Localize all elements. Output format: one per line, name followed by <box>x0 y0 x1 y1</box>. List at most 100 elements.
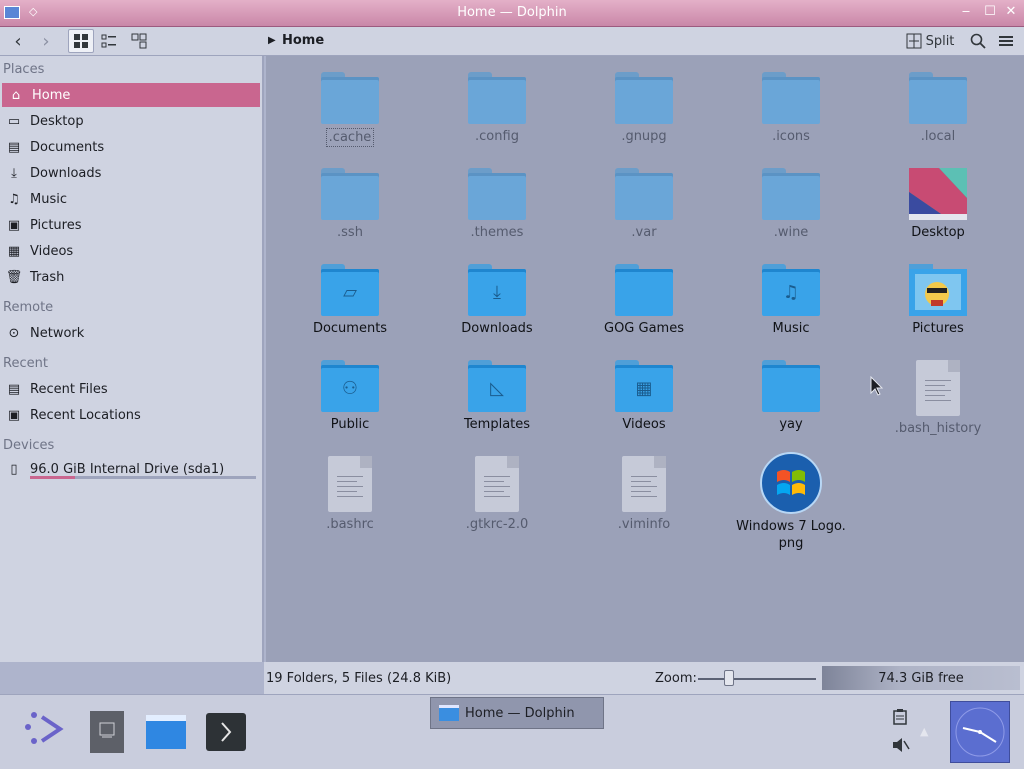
icons-view-icon <box>74 34 88 48</box>
file-item[interactable]: .local <box>868 72 1008 145</box>
title-bar[interactable]: ◇ Home — Dolphin ‒ ☐ ✕ <box>0 0 1024 27</box>
sidebar-item-videos[interactable]: ▦ Videos <box>0 239 260 263</box>
drive-usage-fill <box>30 476 76 479</box>
file-item[interactable]: Desktop <box>868 168 1008 241</box>
file-name: Public <box>330 417 370 432</box>
mouse-cursor-icon <box>870 375 884 400</box>
folder-icon <box>762 168 820 220</box>
file-item[interactable]: .ssh <box>280 168 420 241</box>
minimize-icon[interactable]: ‒ <box>958 4 974 19</box>
app-launcher-button[interactable] <box>22 711 64 753</box>
breadcrumb[interactable]: Home <box>282 33 324 48</box>
app-launcher-icon <box>25 712 64 744</box>
file-item[interactable]: ⚇ Public <box>280 360 420 433</box>
compact-view-button[interactable] <box>96 29 122 53</box>
file-name: .local <box>920 129 956 144</box>
folder-icon: ◺ <box>468 360 526 412</box>
split-icon <box>906 33 922 49</box>
terminal-icon <box>206 713 246 751</box>
sidebar-item-downloads[interactable]: ⤓ Downloads <box>0 161 260 185</box>
system-settings-launcher[interactable] <box>88 709 128 753</box>
sidebar-item-network[interactable]: ⊙ Network <box>0 321 260 345</box>
file-item[interactable]: GOG Games <box>574 264 714 337</box>
close-icon[interactable]: ✕ <box>1003 4 1019 19</box>
volume-muted-icon[interactable] <box>892 737 910 757</box>
task-dolphin[interactable]: Home — Dolphin <box>430 697 604 729</box>
breadcrumb-arrow-icon[interactable]: ▶ <box>268 35 276 46</box>
file-item[interactable]: .icons <box>721 72 861 145</box>
file-item[interactable]: .bashrc <box>280 456 420 533</box>
file-item[interactable]: ♫ Music <box>721 264 861 337</box>
menu-button[interactable] <box>994 29 1018 53</box>
search-button[interactable] <box>966 29 990 53</box>
file-item[interactable]: .viminfo <box>574 456 714 533</box>
file-item[interactable]: Pictures <box>868 264 1008 337</box>
file-name: Downloads <box>461 321 533 336</box>
folder-icon <box>909 72 967 124</box>
music-icon: ♫ <box>8 191 20 207</box>
sidebar-item-recent-files[interactable]: ▤ Recent Files <box>0 377 260 401</box>
file-name: .gnupg <box>621 129 667 144</box>
file-item[interactable]: .cache <box>280 72 420 147</box>
folder-icon <box>615 72 673 124</box>
sidebar-item-pictures[interactable]: ▣ Pictures <box>0 213 260 237</box>
recent-locations-icon: ▣ <box>7 407 21 423</box>
file-name: .ssh <box>337 225 363 240</box>
back-icon[interactable]: ‹ <box>6 29 30 53</box>
file-item[interactable]: .themes <box>427 168 567 241</box>
icons-view-button[interactable] <box>68 29 94 53</box>
split-label: Split <box>925 33 955 49</box>
compact-view-icon <box>101 34 116 48</box>
image-file-icon <box>760 452 822 514</box>
file-item[interactable]: .gtkrc-2.0 <box>427 456 567 533</box>
file-name: .icons <box>772 129 810 144</box>
details-view-button[interactable] <box>126 29 152 53</box>
file-name: GOG Games <box>604 321 684 336</box>
file-name: .cache <box>325 128 375 147</box>
file-name: .gtkrc-2.0 <box>465 517 529 532</box>
text-file-icon <box>475 456 519 512</box>
tray-expand-icon[interactable]: ▲ <box>920 725 928 738</box>
sidebar-item-music[interactable]: ♫ Music <box>0 187 260 211</box>
file-manager-launcher[interactable] <box>146 711 186 753</box>
sidebar-item-documents[interactable]: ▤ Documents <box>0 135 260 159</box>
sidebar-item-home[interactable]: ⌂ Home <box>2 83 260 107</box>
file-view[interactable]: .cache .config .gnupg .icons .local .ssh .them… <box>266 56 1024 662</box>
file-item[interactable]: .gnupg <box>574 72 714 145</box>
file-item[interactable]: ◺ Templates <box>427 360 567 433</box>
file-item[interactable]: .var <box>574 168 714 241</box>
zoom-label: Zoom: <box>655 671 697 686</box>
file-item[interactable]: Windows 7 Logo. png <box>721 452 861 552</box>
file-item[interactable]: ▦ Videos <box>574 360 714 433</box>
analog-clock[interactable] <box>950 701 1010 763</box>
file-item[interactable]: .wine <box>721 168 861 241</box>
file-name: .wine <box>773 225 809 240</box>
sidebar-item-recent-locations[interactable]: ▣ Recent Locations <box>0 403 260 427</box>
zoom-slider-handle[interactable] <box>724 670 734 686</box>
sidebar-item-trash[interactable]: 🗑 Trash <box>0 265 260 289</box>
file-item[interactable]: .config <box>427 72 567 145</box>
file-item[interactable]: ▱ Documents <box>280 264 420 337</box>
split-button[interactable]: Split <box>902 29 958 53</box>
clipboard-icon[interactable] <box>892 709 908 729</box>
status-summary: 19 Folders, 5 Files (24.8 KiB) <box>266 671 452 686</box>
file-item[interactable]: yay <box>721 360 861 433</box>
maximize-icon[interactable]: ☐ <box>982 4 998 19</box>
trash-icon: 🗑 <box>5 269 23 285</box>
free-space-bar[interactable]: 74.3 GiB free <box>822 666 1020 690</box>
zoom-slider-track[interactable] <box>698 678 816 680</box>
file-item[interactable]: .bash_history <box>868 360 1008 437</box>
sidebar-section-title: Remote <box>3 300 54 315</box>
system-settings-icon <box>90 711 124 753</box>
toolbar: ‹ › ▶ Home Split <box>0 27 1024 56</box>
task-label: Home — Dolphin <box>465 705 575 721</box>
file-item[interactable]: ⤓ Downloads <box>427 264 567 337</box>
forward-icon[interactable]: › <box>34 29 58 53</box>
desktop-icon: ▭ <box>7 113 21 129</box>
sidebar-item-label: Recent Locations <box>30 407 141 423</box>
file-name: .bash_history <box>894 421 982 436</box>
terminal-launcher[interactable] <box>206 711 246 753</box>
sidebar-item-desktop[interactable]: ▭ Desktop <box>0 109 260 133</box>
folder-icon <box>615 168 673 220</box>
sidebar-item-label: Downloads <box>30 165 102 181</box>
